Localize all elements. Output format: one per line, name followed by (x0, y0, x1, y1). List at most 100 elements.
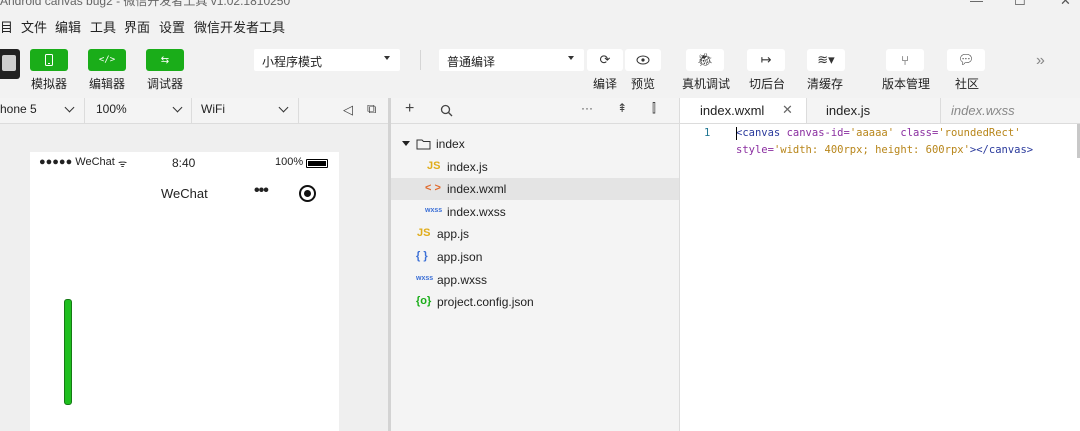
preview-label: 预览 (631, 77, 656, 91)
switch-out-icon: ↦ (760, 52, 772, 67)
more-icon[interactable]: ··· (581, 101, 593, 115)
mute-icon[interactable]: ◁ (343, 102, 353, 118)
code-attr: style= (736, 144, 774, 156)
add-file-icon[interactable]: + (405, 100, 414, 118)
editor-label: 编辑器 (89, 77, 126, 91)
search-icon[interactable] (440, 104, 453, 117)
minimize-icon[interactable]: — (970, 0, 983, 8)
folder-icon (416, 139, 431, 150)
tree-file-selected[interactable]: < > index.wxml (391, 178, 679, 200)
compile-select-value: 普通编译 (447, 55, 496, 69)
tree-item-label: project.config.json (437, 295, 534, 309)
chevron-down-icon[interactable] (64, 102, 75, 113)
code-string: 'aaaaa' (849, 127, 895, 139)
detach-window-icon[interactable]: ⧉ (367, 101, 376, 117)
divider (298, 98, 299, 123)
xml-file-icon: < > (425, 182, 441, 194)
tree-file[interactable]: {o} project.config.json (391, 291, 679, 313)
layers-icon: ≋▾ (817, 52, 835, 67)
capsule-more-icon[interactable]: ••• (254, 182, 269, 200)
tree-file[interactable]: wxss index.wxss (391, 201, 679, 223)
menu-item-icon[interactable]: 目 (0, 17, 13, 36)
tree-item-label: app.js (437, 227, 470, 241)
wifi-icon: ᯤ (118, 159, 128, 170)
code-tag-close: ></canvas> (969, 144, 1034, 156)
capsule-close-icon[interactable] (299, 185, 316, 202)
line-number: 1 (704, 127, 711, 139)
code-string: 'roundedRect' (938, 127, 1021, 139)
phone-screen: ●●●●● WeChat ᯤ 8:40 100% WeChat ••• (30, 152, 339, 431)
tab-label: index.wxml (700, 103, 765, 118)
compile-button[interactable]: ⟳ (587, 49, 623, 71)
chevron-down-icon[interactable] (172, 102, 183, 113)
code-string: 'width: 400rpx; height: 600rpx' (773, 144, 970, 156)
editor-tab-bar: index.wxml ✕ index.js index.wxss (680, 98, 1080, 124)
chevron-down-icon (568, 56, 574, 60)
tree-item-label: app.wxss (437, 273, 488, 287)
more-tools-icon[interactable]: » (1036, 52, 1045, 70)
compile-mode-select[interactable]: 普通编译 (439, 49, 584, 71)
tab-index-wxss[interactable]: index.wxss (941, 98, 1080, 123)
version-label: 版本管理 (882, 77, 931, 91)
collapse-panel-icon[interactable]: ⫿ (652, 101, 656, 116)
tree-file[interactable]: JS app.js (391, 223, 679, 245)
js-file-icon: JS (417, 227, 431, 239)
code-editor[interactable]: 1 <canvas canvas-id='aaaaa' class='round… (680, 124, 1080, 431)
tree-file[interactable]: wxss app.wxss (391, 269, 679, 291)
menu-item-edit[interactable]: 编辑 (55, 17, 81, 36)
tree-folder-index[interactable]: index (391, 133, 679, 155)
simulator-button[interactable] (30, 49, 68, 71)
mode-select-value: 小程序模式 (262, 55, 323, 69)
sort-icon[interactable]: ⇞ (617, 101, 627, 115)
bug-icon: 🐞︎ (696, 52, 714, 67)
tree-item-label: index (436, 137, 465, 151)
branch-icon: ⑂ (901, 52, 909, 68)
preview-button[interactable] (625, 49, 661, 71)
tab-index-js[interactable]: index.js (807, 98, 940, 123)
toolbar-divider (420, 50, 421, 70)
simulator-bar: hone 5 100% WiFi ◁ ⧉ (0, 98, 390, 124)
mode-select[interactable]: 小程序模式 (254, 49, 400, 71)
device-select[interactable]: hone 5 (0, 102, 37, 116)
zoom-select[interactable]: 100% (96, 102, 127, 116)
menu-item-settings[interactable]: 设置 (159, 17, 185, 36)
close-icon[interactable]: ✕ (782, 102, 793, 118)
community-button[interactable]: 💬︎ (947, 49, 985, 71)
refresh-icon: ⟳ (599, 52, 611, 67)
menu-item-tools[interactable]: 工具 (90, 17, 116, 36)
version-button[interactable]: ⑂ (886, 49, 924, 71)
clear-cache-button[interactable]: ≋▾ (807, 49, 845, 71)
canvas-drawn-rect (64, 299, 72, 405)
simulator-label: 模拟器 (31, 77, 68, 91)
tab-index-wxml[interactable]: index.wxml ✕ (680, 98, 806, 123)
debugger-button[interactable]: ⇆ (146, 49, 184, 71)
code-line-1-wrap: style='width: 400rpx; height: 600rpx'></… (736, 143, 1060, 158)
close-window-icon[interactable]: ✕ (1060, 0, 1071, 9)
code-attr: class= (894, 127, 939, 139)
clear-cache-label: 清缓存 (807, 77, 844, 91)
tree-item-label: index.wxml (447, 182, 507, 196)
chevron-down-icon[interactable] (278, 102, 289, 113)
compile-label: 编译 (593, 77, 618, 91)
wxss-file-icon: wxss (425, 207, 443, 214)
divider (84, 98, 85, 123)
menu-item-devtools[interactable]: 微信开发者工具 (194, 17, 285, 36)
divider (191, 98, 192, 123)
avatar[interactable] (0, 49, 20, 79)
tab-label: index.wxss (951, 103, 1015, 118)
network-select[interactable]: WiFi (201, 102, 225, 116)
remote-debug-button[interactable]: 🐞︎ (686, 49, 724, 71)
status-signal: ●●●●● WeChat (39, 156, 115, 168)
menu-item-file[interactable]: 文件 (21, 17, 47, 36)
editor-button[interactable]: </> (88, 49, 126, 71)
menu-item-view[interactable]: 界面 (124, 17, 150, 36)
code-tag-open: <canvas (736, 127, 781, 139)
tree-item-label: index.wxss (447, 205, 506, 219)
tree-file[interactable]: { } app.json (391, 246, 679, 268)
background-label: 切后台 (749, 77, 786, 91)
tree-file[interactable]: JS index.js (391, 156, 679, 178)
phone-icon (45, 54, 53, 66)
caret-down-icon[interactable] (402, 141, 410, 146)
maximize-icon[interactable]: ☐ (1014, 0, 1026, 9)
background-button[interactable]: ↦ (747, 49, 785, 71)
